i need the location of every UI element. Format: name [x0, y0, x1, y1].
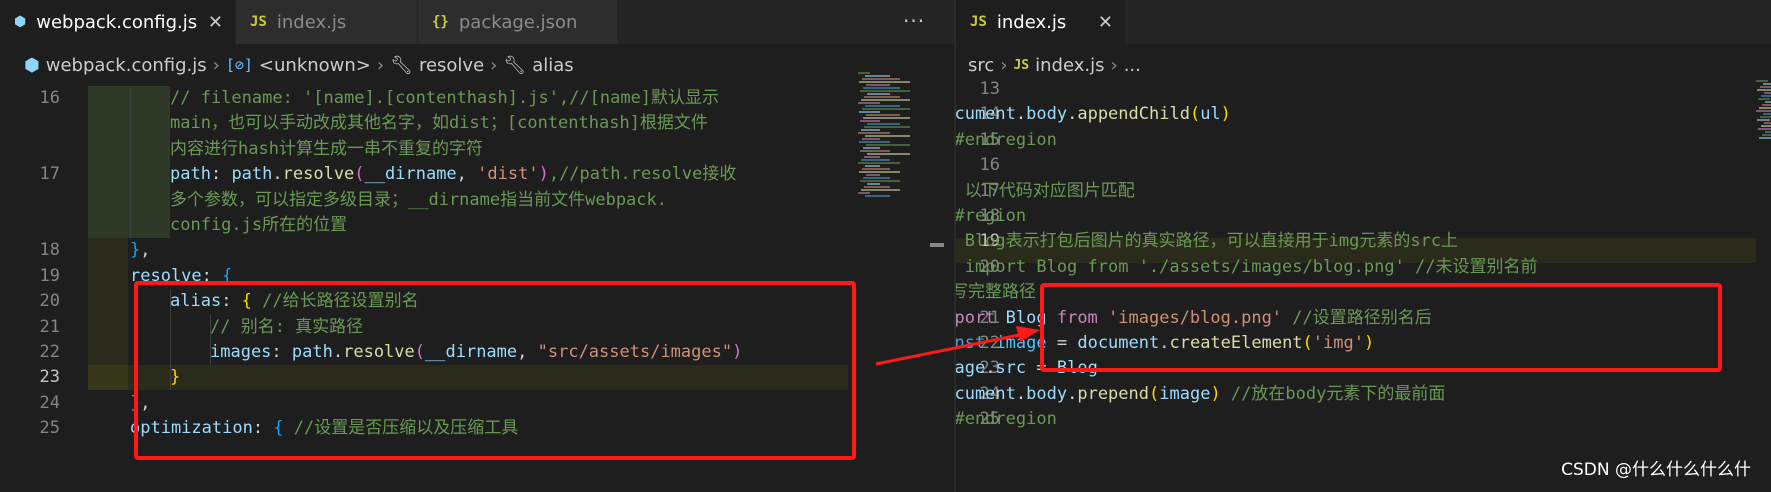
watermark: CSDN @什么什么什么什	[1561, 460, 1751, 480]
annotation-arrow	[875, 326, 1040, 366]
